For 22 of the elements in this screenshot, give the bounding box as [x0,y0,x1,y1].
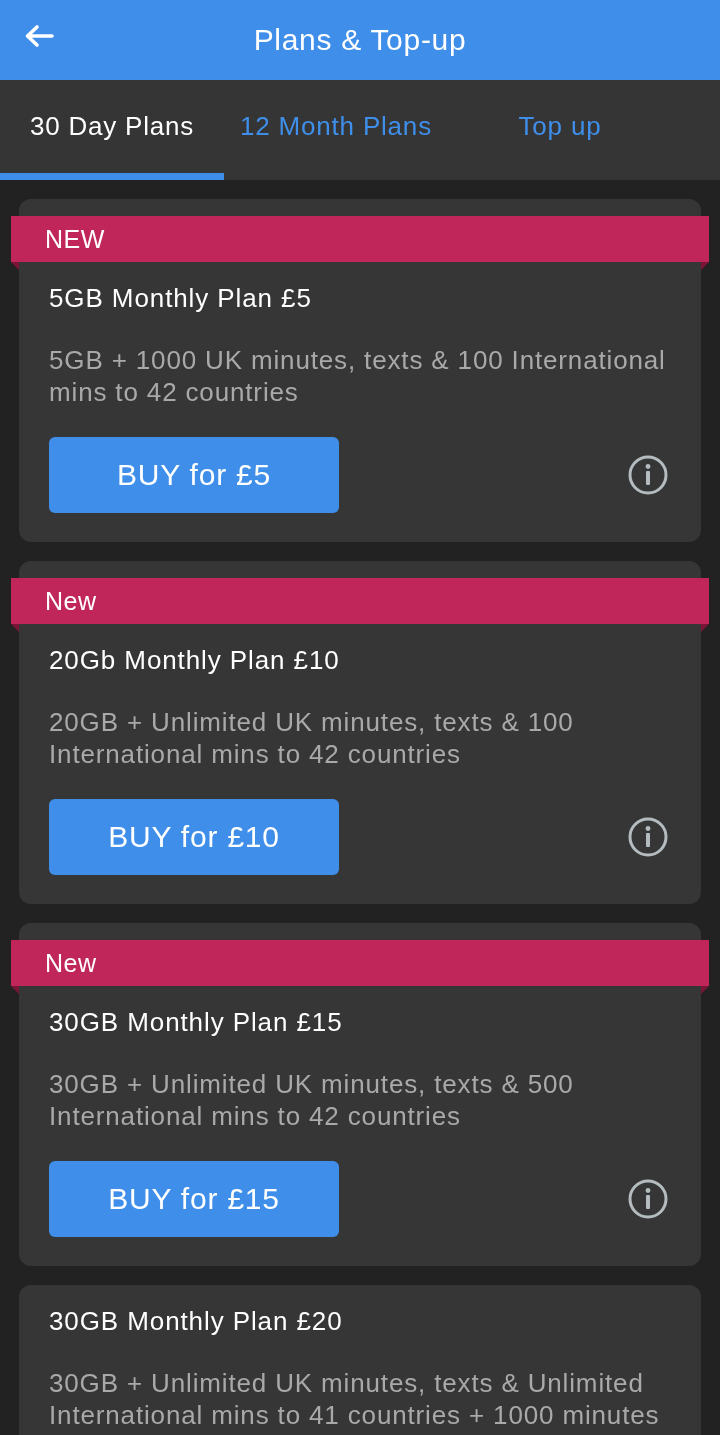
new-ribbon: New [11,578,709,632]
plan-title: 30GB Monthly Plan £15 [49,1006,344,1038]
plan-title: 5GB Monthly Plan £5 [49,282,313,314]
plan-description: 30GB + Unlimited UK minutes, texts & 500 International mins to 42 countries [49,1068,575,1132]
buy-button[interactable]: BUY for £15 [49,1161,339,1237]
page-title: Plans & Top-up [253,23,467,57]
info-icon[interactable] [628,1179,668,1219]
plan-title: 30GB Monthly Plan £20 [49,1305,344,1337]
plan-description: 20GB + Unlimited UK minutes, texts & 100 International mins to 42 countries [49,706,575,770]
plan-description: 5GB + 1000 UK minutes, texts & 100 International mins to 42 countries [49,344,667,408]
tab[interactable]: 12 Month Plans [224,80,448,180]
back-arrow-icon[interactable] [24,24,54,48]
plan-description: 30GB + Unlimited UK minutes, texts & Unlimited International mins to 41 countries + 1000 minutes [49,1367,661,1431]
buy-button[interactable]: BUY for £5 [49,437,339,513]
tab[interactable]: Top up [448,80,672,180]
tab[interactable]: 30 Day Plans [0,80,224,180]
plan-title: 20Gb Monthly Plan £10 [49,644,341,676]
info-icon[interactable] [628,455,668,495]
new-ribbon: NEW [11,216,709,270]
buy-button[interactable]: BUY for £10 [49,799,339,875]
info-icon[interactable] [628,817,668,857]
new-ribbon: New [11,940,709,994]
